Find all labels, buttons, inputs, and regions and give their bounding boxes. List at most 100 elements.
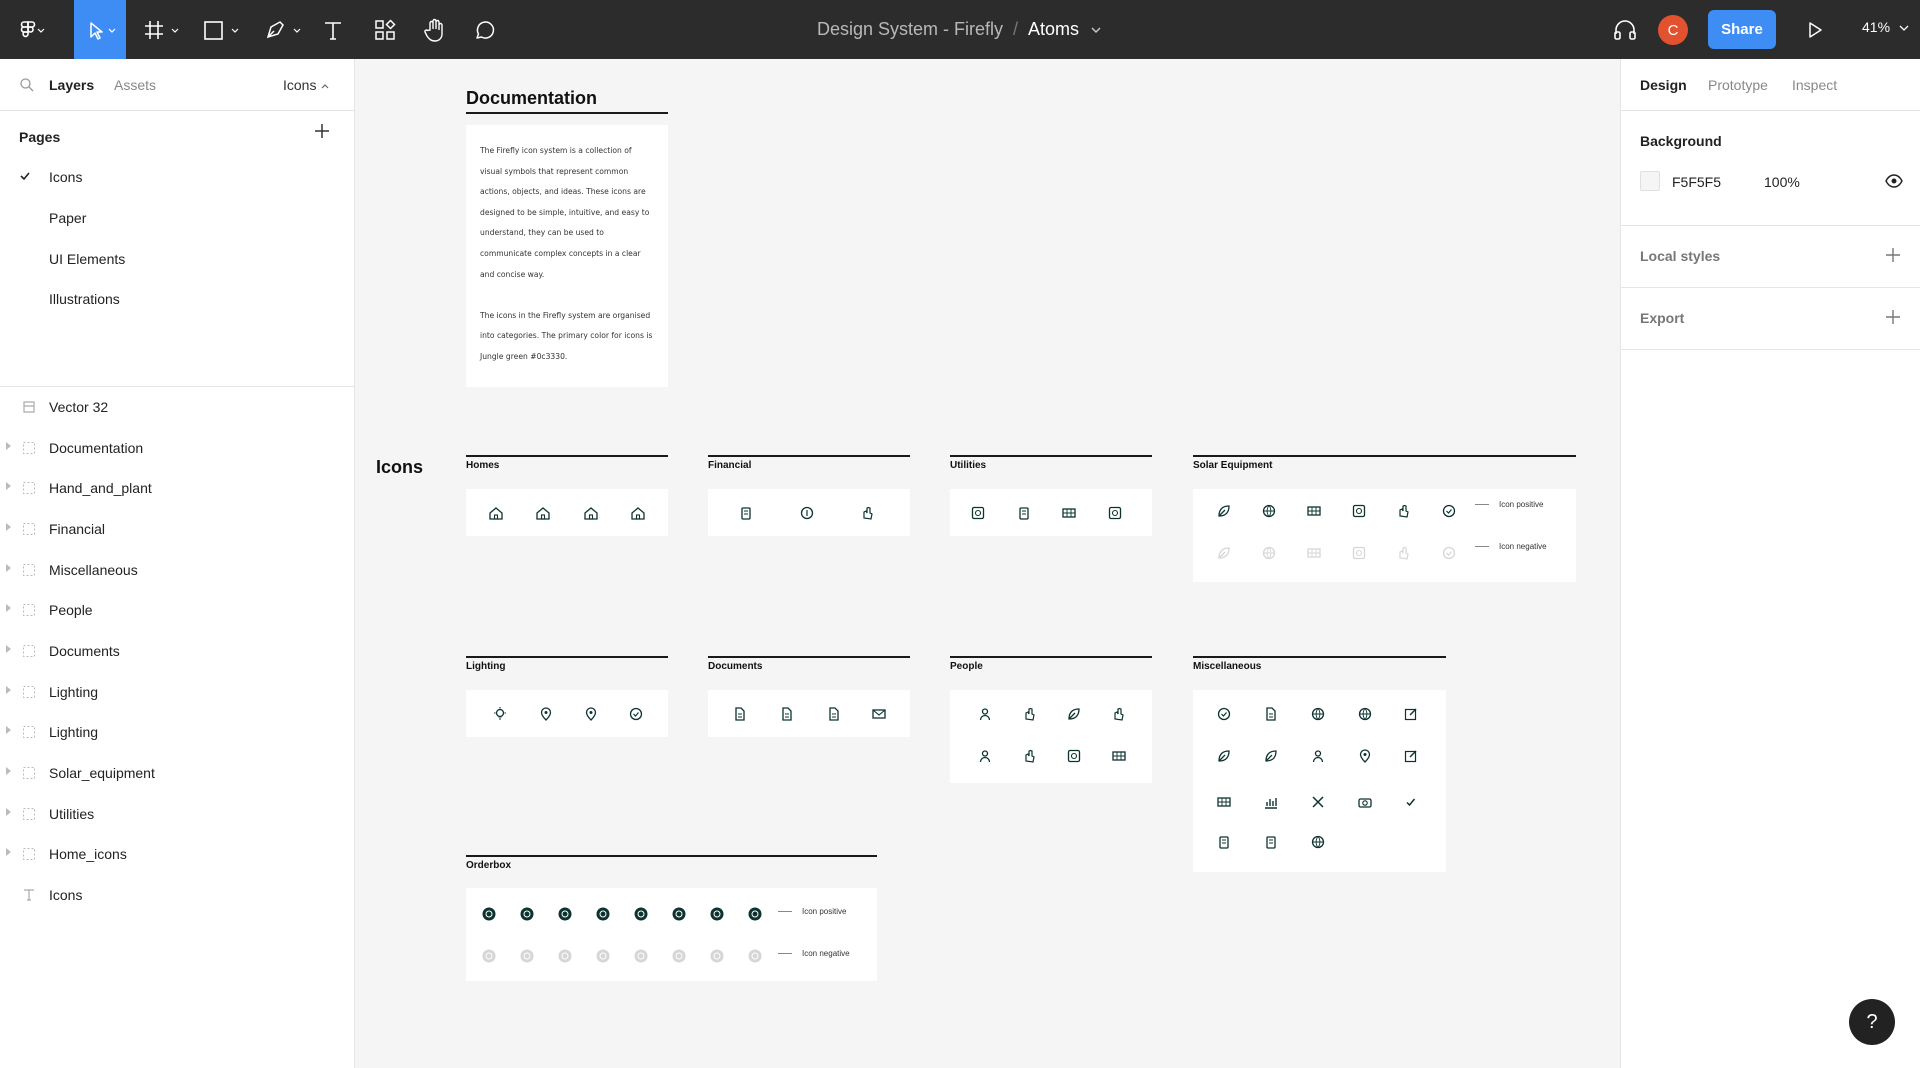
filledcircle-icon[interactable]: [633, 906, 649, 922]
layer-row[interactable]: Miscellaneous: [0, 555, 355, 585]
doc-icon[interactable]: [826, 706, 842, 722]
page-item-ui-elements[interactable]: UI Elements: [49, 251, 125, 267]
expand-arrow-icon[interactable]: [6, 767, 11, 775]
layer-row[interactable]: Lighting: [0, 717, 355, 747]
pin-icon[interactable]: [1357, 748, 1373, 764]
globe-icon[interactable]: [1261, 503, 1277, 519]
add-style-icon[interactable]: [1885, 247, 1901, 263]
layer-row[interactable]: Hand_and_plant: [0, 473, 355, 503]
audio-button[interactable]: [1610, 0, 1640, 59]
frame-tool-button[interactable]: [140, 0, 184, 59]
leaf-icon[interactable]: [1066, 706, 1082, 722]
documentation-card[interactable]: The Firefly icon system is a collection …: [466, 125, 668, 387]
hand-tool-button[interactable]: [420, 0, 450, 59]
layer-row[interactable]: Vector 32: [0, 392, 355, 422]
meter-icon[interactable]: [970, 505, 986, 521]
background-swatch[interactable]: [1640, 171, 1660, 191]
tick-icon[interactable]: [1403, 794, 1419, 810]
check-icon[interactable]: [1216, 706, 1232, 722]
move-tool-button[interactable]: [74, 0, 126, 59]
layer-row[interactable]: Financial: [0, 514, 355, 544]
check-icon[interactable]: [1441, 503, 1457, 519]
people-card[interactable]: [950, 690, 1152, 783]
leaf-icon[interactable]: [1216, 748, 1232, 764]
tab-assets[interactable]: Assets: [114, 77, 156, 93]
layer-row[interactable]: Utilities: [0, 799, 355, 829]
eye-icon[interactable]: [1885, 174, 1903, 188]
background-hex-input[interactable]: F5F5F5: [1672, 174, 1721, 190]
tab-design[interactable]: Design: [1640, 77, 1687, 93]
orderbox-card[interactable]: Icon positive Icon negative: [466, 888, 877, 981]
check-icon[interactable]: [628, 706, 644, 722]
share-button[interactable]: Share: [1708, 10, 1776, 49]
homes-card[interactable]: [466, 489, 668, 536]
present-button[interactable]: [1800, 0, 1830, 59]
shape-tool-button[interactable]: [200, 0, 244, 59]
globe-icon[interactable]: [1310, 834, 1326, 850]
expand-arrow-icon[interactable]: [6, 523, 11, 531]
edit-icon[interactable]: [1403, 706, 1419, 722]
solar-equipment-card[interactable]: Icon positive Icon negative: [1193, 489, 1576, 582]
expand-arrow-icon[interactable]: [6, 848, 11, 856]
person-icon[interactable]: [977, 748, 993, 764]
bulb-icon[interactable]: [492, 706, 508, 722]
coin-icon[interactable]: [799, 505, 815, 521]
person-icon[interactable]: [1310, 748, 1326, 764]
filledcircle-icon[interactable]: [671, 948, 687, 964]
filledcircle-icon[interactable]: [595, 906, 611, 922]
layer-row[interactable]: Home_icons: [0, 839, 355, 869]
tab-inspect[interactable]: Inspect: [1792, 77, 1837, 93]
filledcircle-icon[interactable]: [557, 948, 573, 964]
panel-icon[interactable]: [1061, 505, 1077, 521]
filledcircle-icon[interactable]: [557, 906, 573, 922]
meter-icon[interactable]: [1066, 748, 1082, 764]
edit-icon[interactable]: [1403, 748, 1419, 764]
bars-icon[interactable]: [1216, 834, 1232, 850]
expand-arrow-icon[interactable]: [6, 482, 11, 490]
tab-layers[interactable]: Layers: [49, 77, 94, 93]
page-item-paper[interactable]: Paper: [49, 210, 86, 226]
mail-icon[interactable]: [871, 706, 887, 722]
text-tool-button[interactable]: [318, 0, 348, 59]
miscellaneous-card[interactable]: [1193, 690, 1446, 872]
layer-row[interactable]: Documents: [0, 636, 355, 666]
hand-icon[interactable]: [1111, 706, 1127, 722]
documents-card[interactable]: [708, 690, 910, 737]
bars-icon[interactable]: [1016, 505, 1032, 521]
hand-icon[interactable]: [860, 505, 876, 521]
filledcircle-icon[interactable]: [481, 948, 497, 964]
resources-tool-button[interactable]: [370, 0, 400, 59]
globe-icon[interactable]: [1310, 706, 1326, 722]
filledcircle-icon[interactable]: [519, 906, 535, 922]
house-icon[interactable]: [488, 505, 504, 521]
doc-icon[interactable]: [1263, 706, 1279, 722]
tab-prototype[interactable]: Prototype: [1708, 77, 1768, 93]
meter-icon[interactable]: [1351, 545, 1367, 561]
financial-card[interactable]: [708, 489, 910, 536]
add-page-icon[interactable]: [314, 123, 330, 139]
meter-icon[interactable]: [1107, 505, 1123, 521]
person-icon[interactable]: [977, 706, 993, 722]
canvas[interactable]: Documentation The Firefly icon system is…: [355, 59, 1620, 1068]
lighting-card[interactable]: [466, 690, 668, 737]
doc-icon[interactable]: [779, 706, 795, 722]
meter-icon[interactable]: [1351, 503, 1367, 519]
hand-icon[interactable]: [1022, 706, 1038, 722]
filledcircle-icon[interactable]: [595, 948, 611, 964]
layer-row[interactable]: Lighting: [0, 677, 355, 707]
utilities-card[interactable]: [950, 489, 1152, 536]
panel-icon[interactable]: [1216, 794, 1232, 810]
layer-row[interactable]: People: [0, 595, 355, 625]
add-export-icon[interactable]: [1885, 309, 1901, 325]
avatar[interactable]: C: [1658, 15, 1688, 45]
house-icon[interactable]: [630, 505, 646, 521]
page-item-icons[interactable]: Icons: [49, 169, 82, 185]
filledcircle-icon[interactable]: [519, 948, 535, 964]
page-item-illustrations[interactable]: Illustrations: [49, 291, 120, 307]
panel-icon[interactable]: [1111, 748, 1127, 764]
layer-row[interactable]: Documentation: [0, 433, 355, 463]
filledcircle-icon[interactable]: [747, 906, 763, 922]
pin-icon[interactable]: [538, 706, 554, 722]
layer-row[interactable]: Icons: [0, 880, 355, 910]
help-button[interactable]: ?: [1849, 999, 1895, 1045]
